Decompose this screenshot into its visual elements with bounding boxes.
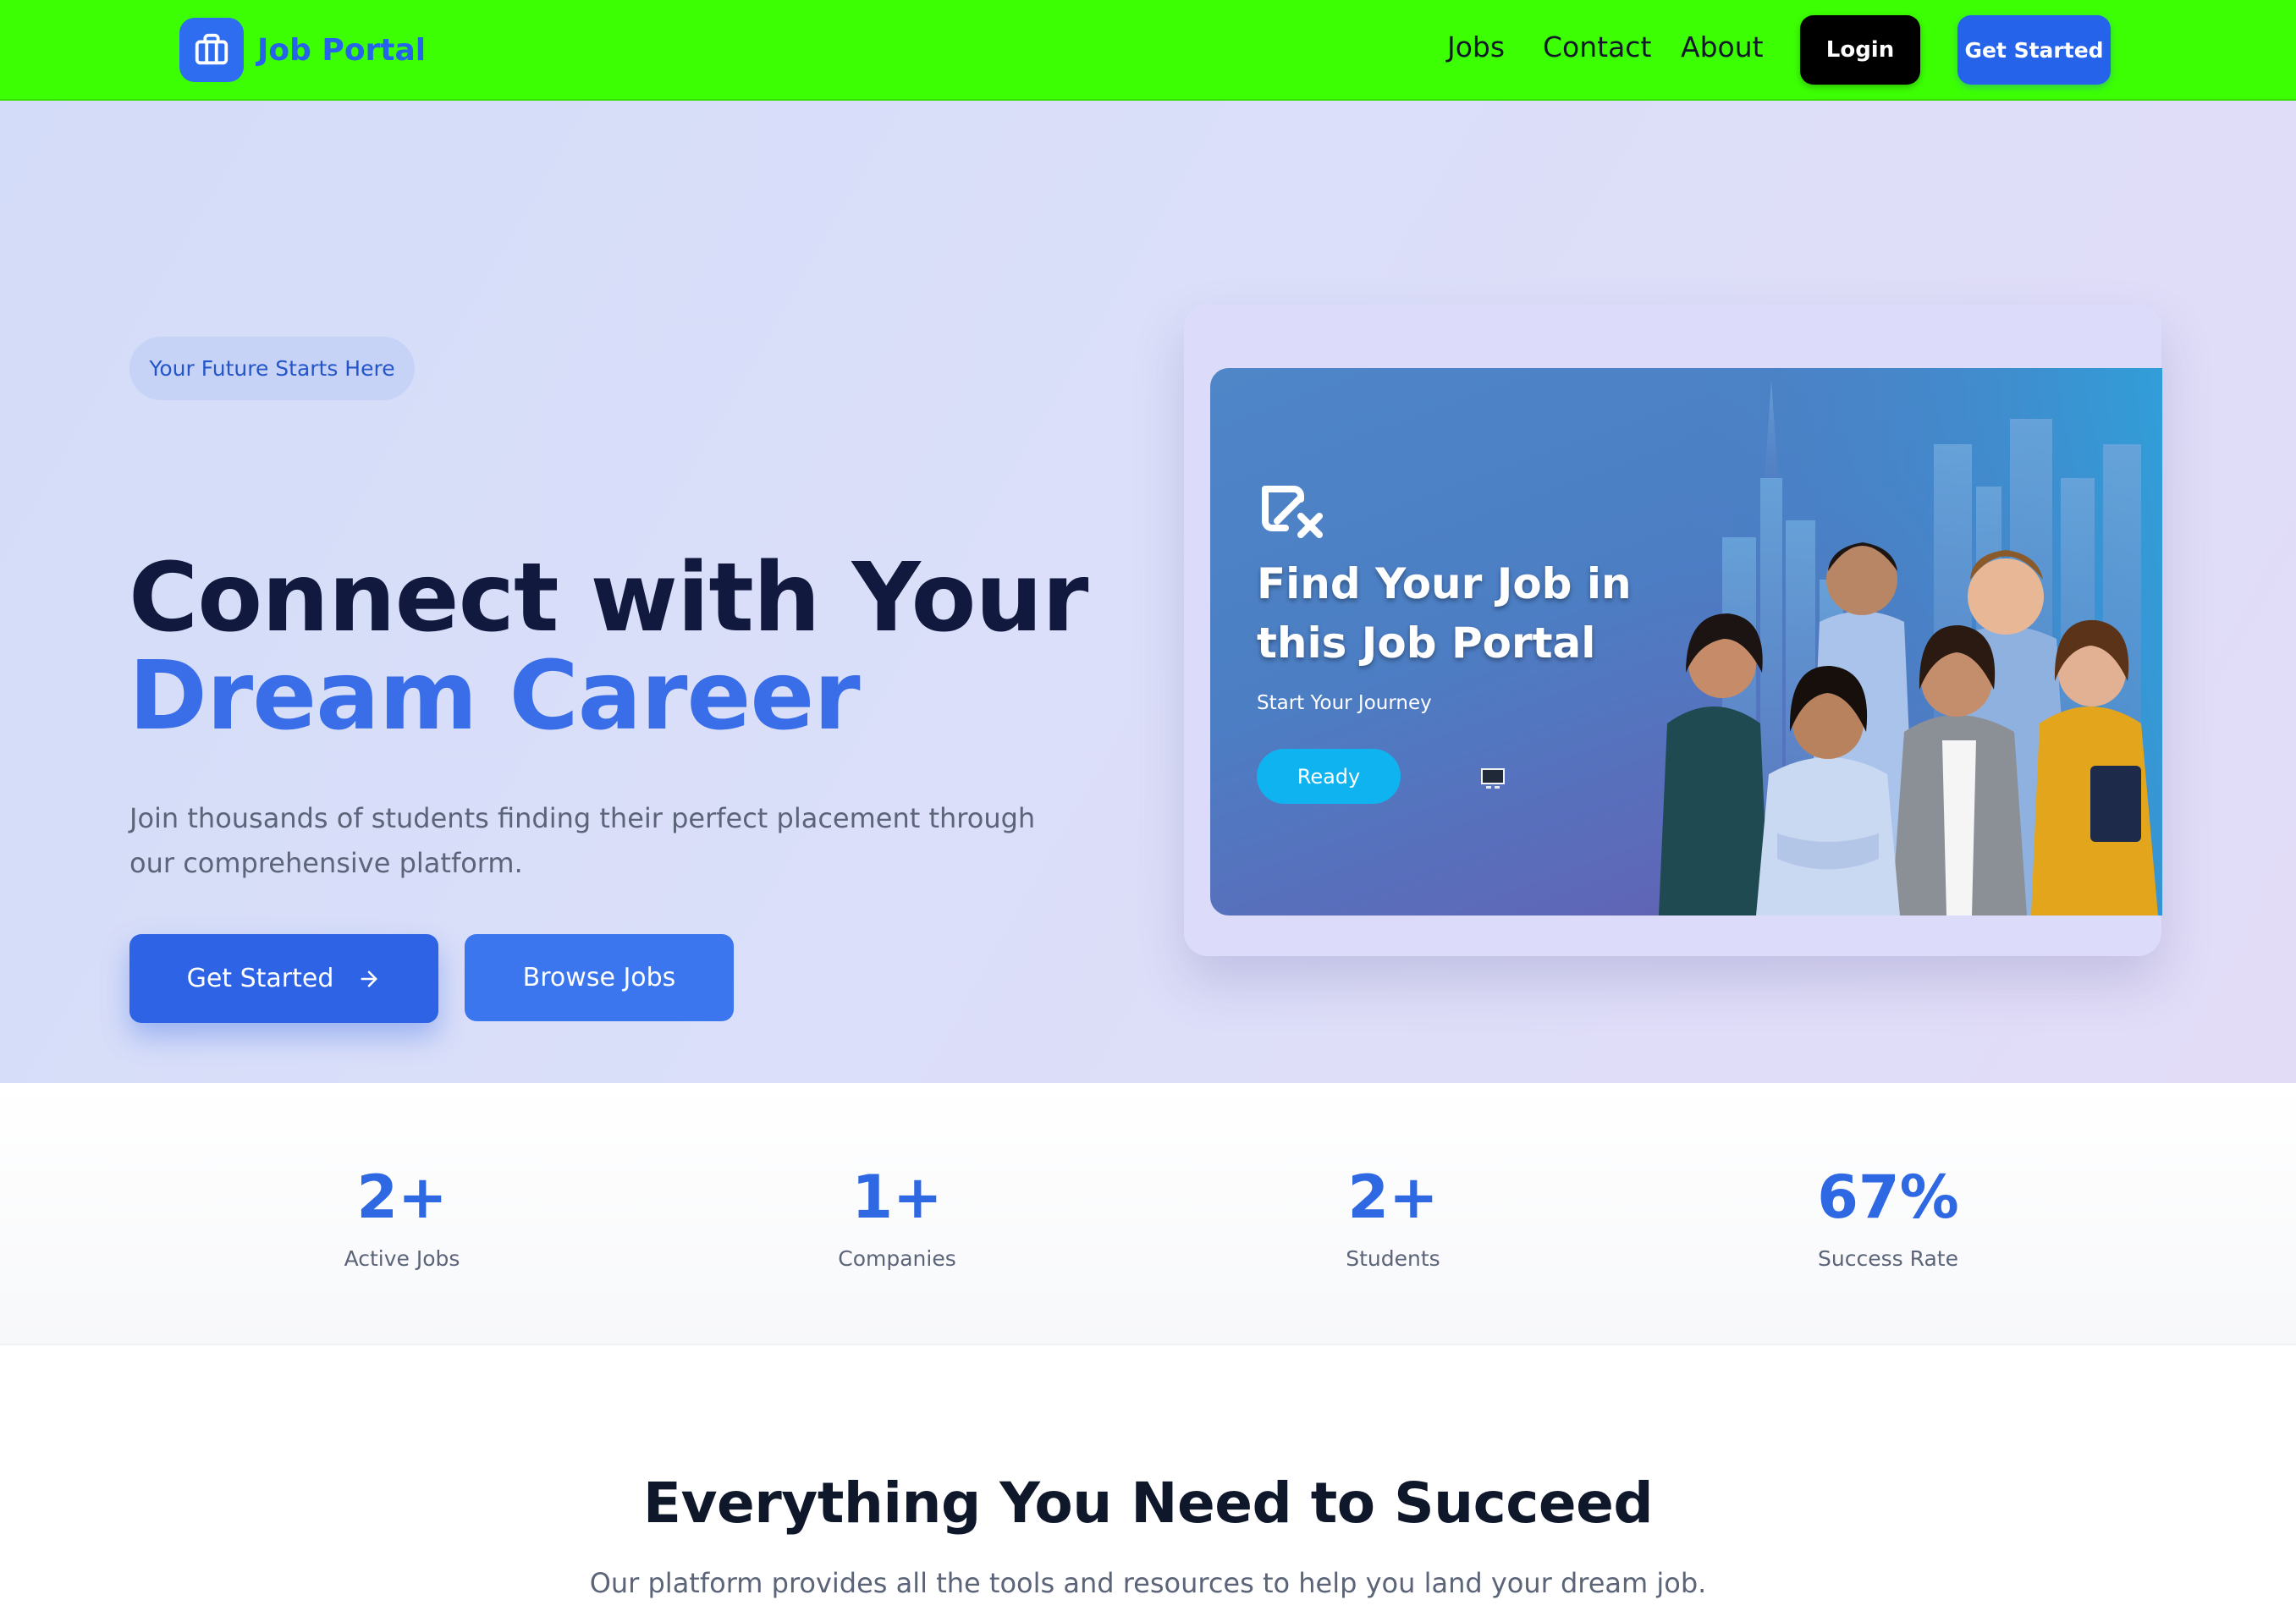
stat-value: 67% bbox=[1817, 1163, 1959, 1232]
portal-logo-icon bbox=[1262, 486, 1323, 538]
stat-active-jobs: 2+ Active Jobs bbox=[275, 1163, 529, 1271]
nav-get-started-button[interactable]: Get Started bbox=[1957, 15, 2111, 85]
nav-link-jobs[interactable]: Jobs bbox=[1447, 30, 1505, 63]
hero-subtitle: Join thousands of students finding their… bbox=[129, 802, 1036, 879]
stat-success-rate: 67% Success Rate bbox=[1761, 1163, 2015, 1271]
hero-title-line2: Dream Career bbox=[129, 641, 861, 751]
brand-name: Job Portal bbox=[257, 32, 427, 68]
monitor-icon bbox=[1481, 768, 1505, 789]
banner-ready-button[interactable]: Ready bbox=[1257, 749, 1401, 804]
stat-label: Students bbox=[1346, 1246, 1440, 1271]
hero-get-started-button[interactable]: Get Started bbox=[129, 934, 438, 1023]
briefcase-icon bbox=[179, 18, 244, 82]
hero-get-started-label: Get Started bbox=[186, 964, 334, 993]
hero-title: Connect with Your Dream Career bbox=[129, 549, 1088, 751]
people-group-illustration bbox=[1659, 542, 2158, 915]
arrow-right-icon bbox=[361, 970, 377, 987]
stats-section: 2+ Active Jobs 1+ Companies 2+ Students … bbox=[0, 1083, 2296, 1345]
stat-students: 2+ Students bbox=[1266, 1163, 1520, 1271]
navbar: Job Portal Jobs Contact About Login Get … bbox=[0, 0, 2296, 101]
stat-label: Active Jobs bbox=[344, 1246, 460, 1271]
login-button[interactable]: Login bbox=[1800, 15, 1920, 85]
nav-link-about[interactable]: About bbox=[1681, 30, 1764, 63]
stat-label: Companies bbox=[838, 1246, 956, 1271]
nav-link-contact[interactable]: Contact bbox=[1543, 30, 1651, 63]
hero-title-line1: Connect with Your bbox=[129, 543, 1088, 653]
features-title: Everything You Need to Succeed bbox=[642, 1471, 1654, 1536]
brand-logo-link[interactable]: Job Portal bbox=[179, 18, 426, 82]
stat-value: 2+ bbox=[356, 1163, 448, 1232]
browse-jobs-button[interactable]: Browse Jobs bbox=[465, 934, 734, 1021]
hero-banner-image: Find Your Job in this Job Portal Start Y… bbox=[1210, 368, 2162, 915]
banner-subtitle: Start Your Journey bbox=[1257, 692, 1432, 714]
stat-value: 1+ bbox=[851, 1163, 943, 1232]
features-subtitle: Our platform provides all the tools and … bbox=[589, 1567, 1707, 1599]
stat-value: 2+ bbox=[1347, 1163, 1439, 1232]
stat-companies: 1+ Companies bbox=[770, 1163, 1024, 1271]
stat-label: Success Rate bbox=[1818, 1246, 1958, 1271]
hero-badge: Your Future Starts Here bbox=[129, 337, 415, 400]
